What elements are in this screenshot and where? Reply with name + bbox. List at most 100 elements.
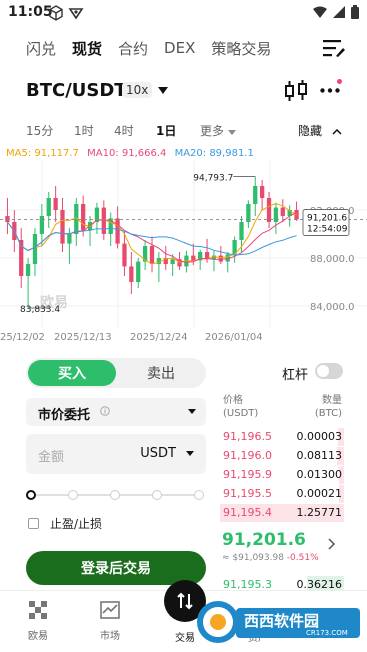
ask-row[interactable]: 91,196.5 0.00003: [220, 428, 344, 446]
ask-price: 91,195.9: [223, 468, 272, 481]
y-tick-label: 88,000.0: [310, 254, 355, 265]
okx-logo-icon: [29, 601, 47, 619]
menu-edit-icon[interactable]: [323, 39, 345, 57]
signal-icon: [333, 6, 345, 18]
slider-node-25[interactable]: [68, 490, 78, 500]
order-type-select[interactable]: 市价委托: [26, 398, 206, 426]
hide-chart-button[interactable]: 隐藏: [298, 122, 342, 139]
candle-body: [253, 186, 258, 204]
cube-icon: [49, 5, 63, 21]
candle-body: [239, 222, 244, 240]
candle-body: [46, 198, 51, 216]
interval-more-label: 更多: [200, 124, 225, 138]
bottom-nav-label: 市场: [100, 631, 120, 642]
amount-slider[interactable]: [26, 488, 206, 502]
slider-node-75[interactable]: [152, 490, 162, 500]
candlestick-icon[interactable]: [285, 80, 307, 102]
pair-name[interactable]: BTC/USDT: [26, 80, 127, 101]
ask-row[interactable]: 91,195.5 0.00021: [220, 485, 344, 503]
buy-sell-toggle: 买入 卖出: [26, 358, 206, 388]
tab-dex[interactable]: DEX: [164, 39, 195, 57]
candle-body: [53, 198, 58, 210]
sell-tab[interactable]: 卖出: [118, 360, 204, 386]
ask-row[interactable]: 91,196.0 0.08113: [220, 447, 344, 465]
candle-body: [266, 198, 272, 222]
leverage-switch[interactable]: [315, 363, 343, 379]
qty-header-unit: (BTC): [314, 408, 342, 419]
tpsl-label[interactable]: 止盈/止损: [50, 515, 102, 532]
more-dots-icon[interactable]: [320, 88, 340, 93]
candle-body: [39, 216, 44, 234]
ask-row[interactable]: 91,195.4 1.25771: [220, 504, 344, 522]
candle-body: [149, 246, 155, 264]
ma20-value: MA20: 89,981.1: [174, 148, 254, 159]
chevron-right-icon[interactable]: [328, 538, 336, 550]
interval-1h[interactable]: 1时: [74, 122, 94, 139]
watermark-text: 西西软件园: [244, 612, 319, 630]
ma10-value: MA10: 91,666.4: [87, 148, 167, 159]
caret-down-icon: [227, 130, 236, 135]
x-tick-label: 2025/12/13: [54, 332, 112, 343]
qty-header-label: 数量: [322, 395, 342, 406]
amount-input[interactable]: 金额 USDT: [26, 434, 206, 474]
candle-body: [60, 210, 65, 244]
slider-node-50[interactable]: [110, 490, 120, 500]
bottom-nav-market[interactable]: 市场: [80, 601, 140, 642]
status-icons-right: [313, 5, 359, 19]
candle-body: [280, 207, 285, 216]
ma-legend: MA5: 91,117.7 MA10: 91,666.4 MA20: 89,98…: [6, 148, 259, 159]
site-watermark: 西西软件园 CR173.COM: [197, 601, 360, 643]
ask-price: 91,195.4: [223, 506, 272, 519]
orderbook-price-header: 价格 (USDT): [223, 394, 258, 420]
slider-node-0[interactable]: [26, 490, 36, 500]
last-price[interactable]: 91,201.6: [222, 530, 306, 550]
info-icon[interactable]: [100, 406, 110, 416]
interval-15m[interactable]: 15分: [26, 122, 53, 139]
tab-strategy-trading[interactable]: 策略交易: [211, 38, 271, 59]
hide-chart-label: 隐藏: [298, 124, 323, 138]
ask-qty: 1.25771: [296, 506, 343, 519]
x-tick-label: 25/12/02: [0, 332, 45, 343]
ask-price: 91,195.5: [223, 487, 272, 500]
current-price-label: 91,201.6: [307, 214, 347, 224]
leverage-label: 杠杆: [282, 368, 309, 383]
candle-body: [136, 261, 141, 282]
ask-row[interactable]: 91,195.9 0.01300: [220, 466, 344, 484]
trade-icon: [177, 592, 193, 610]
candle-body: [260, 186, 265, 198]
chevron-up-icon: [332, 128, 342, 135]
interval-more[interactable]: 更多: [200, 122, 236, 139]
x-axis-ticks: 25/12/02 2025/12/13 2025/12/24 2026/01/04: [0, 332, 263, 343]
slider-node-100[interactable]: [194, 490, 204, 500]
last-price-sub: ≈ $91,093.98 -0.51%: [222, 553, 319, 563]
ask-qty: 0.08113: [296, 449, 343, 462]
status-time: 11:05: [8, 4, 53, 20]
interval-4h[interactable]: 4时: [114, 122, 134, 139]
caret-down-icon[interactable]: [158, 87, 168, 94]
x-tick-label: 2025/12/24: [130, 332, 188, 343]
market-chart-icon: [100, 601, 120, 619]
bottom-nav-home[interactable]: 欧易: [8, 601, 68, 642]
candle-body: [81, 204, 86, 231]
bottom-nav-label: 欧易: [28, 631, 48, 642]
caret-down-icon: [186, 451, 194, 456]
amount-currency-select[interactable]: USDT: [140, 446, 176, 461]
candle-body: [129, 266, 134, 282]
chart-annotations: 94,793.7 83,833.4 91,201.612:54:09: [0, 173, 367, 315]
last-price-usd: ≈ $91,093.98: [222, 553, 284, 563]
tab-futures[interactable]: 合约: [118, 38, 148, 59]
tpsl-checkbox[interactable]: [28, 518, 39, 529]
tab-flash-swap[interactable]: 闪兑: [26, 38, 56, 59]
candle-body: [67, 234, 72, 244]
candle-body: [25, 264, 31, 276]
tab-spot[interactable]: 现货: [72, 38, 102, 59]
buy-tab[interactable]: 买入: [28, 360, 116, 386]
interval-tabs: 15分 1时 4时 1日 更多 隐藏: [0, 122, 367, 142]
candlestick-chart[interactable]: 欧易 92,000.088,000.084,000.0 25/12/022025…: [0, 160, 367, 345]
price-header-label: 价格: [223, 395, 243, 406]
ma5-value: MA5: 91,117.7: [6, 148, 79, 159]
low-marker-label: 83,833.4: [20, 305, 60, 315]
candle-body: [218, 255, 223, 262]
interval-1d[interactable]: 1日: [156, 122, 176, 139]
switch-knob: [317, 365, 329, 377]
